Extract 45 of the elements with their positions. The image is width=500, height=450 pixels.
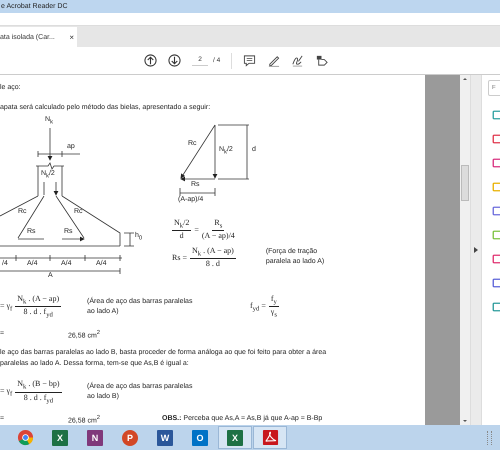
formula-text: = (194, 224, 199, 234)
tool-icon[interactable] (492, 278, 500, 288)
tool-icon[interactable] (492, 206, 500, 216)
taskbar-app[interactable]: X (218, 426, 252, 449)
tool-icon[interactable] (492, 134, 500, 144)
app-icon: O (192, 430, 208, 446)
taskbar-app[interactable]: O (183, 426, 217, 449)
app-icon: X (227, 430, 243, 446)
fraction: f$_{y}$ γ$_{s}$ (268, 294, 279, 320)
formula-text: Rs = (172, 252, 187, 262)
scroll-up-icon[interactable] (463, 78, 467, 80)
previous-page-icon[interactable] (144, 54, 157, 67)
fraction: N$_{k}$ . (A − ap) 8 . d . f$_{yd}$ (15, 294, 62, 320)
stamp-icon[interactable] (315, 54, 328, 67)
fraction: N$_{k}$ . (A − ap) 8 . d (190, 246, 236, 270)
fraction: R$_{s}$ (A − ap)/4 (202, 218, 235, 241)
taskbar-app[interactable]: X (43, 426, 77, 449)
grip-icon[interactable] (487, 430, 492, 444)
scrollbar[interactable] (460, 75, 470, 425)
formula-text: = γ$_{f}$ (0, 300, 12, 313)
fraction: N$_{k}$/2 d (172, 218, 192, 241)
app-icon: W (157, 430, 173, 446)
app-icon: N (87, 430, 103, 446)
taskbar-app[interactable]: W (148, 426, 182, 449)
scrollbar-thumb[interactable] (461, 165, 469, 201)
taskbar-app[interactable]: P (113, 426, 147, 449)
taskbar-app[interactable] (253, 426, 287, 449)
scroll-down-icon[interactable] (463, 420, 467, 422)
chrome-icon (16, 429, 34, 446)
app-icon: X (52, 430, 68, 446)
signature-icon[interactable] (291, 54, 304, 67)
tool-icon[interactable] (492, 158, 500, 168)
fraction: N$_{k}$ . (B − bp) 8 . d . f$_{yd}$ (15, 379, 62, 406)
tool-icon[interactable] (492, 110, 500, 120)
close-icon[interactable]: × (69, 32, 74, 42)
next-page-icon[interactable] (168, 54, 181, 67)
tool-icon[interactable] (492, 302, 500, 312)
taskbar-app[interactable]: N (78, 426, 112, 449)
acrobat-icon (262, 429, 278, 446)
formula-text: = γ$_{f}$ (0, 386, 12, 398)
tool-icon[interactable] (492, 254, 500, 264)
comment-icon[interactable] (243, 54, 256, 67)
app-icon: P (122, 430, 138, 446)
formula-text: f$_{yd}$ = (250, 300, 266, 313)
pen-icon[interactable] (267, 54, 280, 67)
